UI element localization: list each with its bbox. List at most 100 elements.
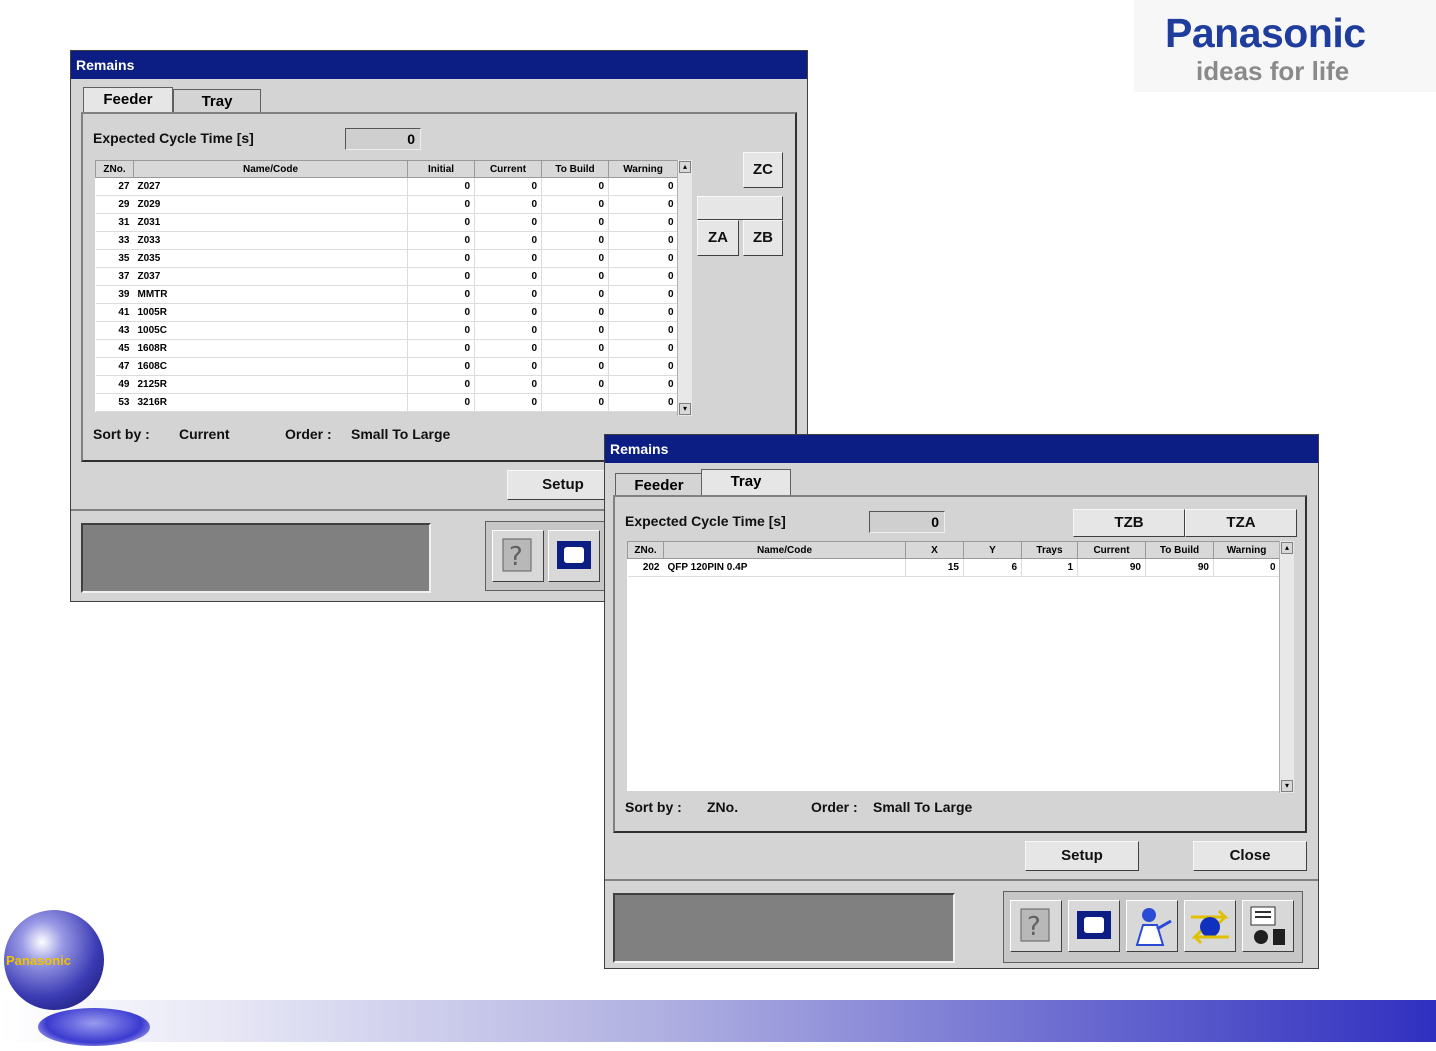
monitor-icon[interactable]	[1068, 900, 1120, 952]
table-cell: 0	[608, 231, 678, 250]
icon-toolbar: ?	[1003, 891, 1303, 963]
table-cell: 39	[95, 285, 134, 304]
setup-button[interactable]: Setup	[507, 470, 619, 500]
table-cell: 0	[407, 303, 475, 322]
table-row[interactable]: 202 QFP 120PIN 0.4P 15 6 1 90 90 0	[627, 558, 1280, 577]
order-value[interactable]: Small To Large	[873, 799, 972, 815]
tray-scrollbar[interactable]: ▴ ▾	[1279, 541, 1294, 793]
col-trays[interactable]: Trays	[1021, 541, 1078, 559]
table-cell: Z037	[133, 267, 408, 286]
table-cell: 0	[474, 195, 542, 214]
col-y[interactable]: Y	[963, 541, 1022, 559]
scroll-down-button[interactable]: ▾	[679, 403, 691, 415]
feeder-scrollbar[interactable]: ▴ ▾	[677, 160, 692, 416]
zone-zc-button[interactable]: ZC	[743, 152, 783, 188]
table-cell: 0	[608, 339, 678, 358]
table-header-row: ZNo. Name/Code Initial Current To Build …	[95, 160, 678, 178]
monitor-icon[interactable]	[548, 530, 600, 582]
table-cell: MMTR	[133, 285, 408, 304]
col-warning[interactable]: Warning	[1213, 541, 1280, 559]
table-cell: 0	[474, 267, 542, 286]
table-row[interactable]: 29 Z029 0 0 0 0	[95, 195, 678, 214]
col-to-build[interactable]: To Build	[541, 160, 609, 178]
col-zno[interactable]: ZNo.	[95, 160, 134, 178]
col-current[interactable]: Current	[1077, 541, 1146, 559]
col-warning[interactable]: Warning	[608, 160, 678, 178]
table-row[interactable]: 33 Z033 0 0 0 0	[95, 231, 678, 250]
tab-feeder[interactable]: Feeder	[615, 473, 703, 497]
tab-tray[interactable]: Tray	[701, 469, 791, 497]
cycle-time-field[interactable]: 0	[869, 511, 945, 533]
table-cell: 0	[407, 321, 475, 340]
col-zno[interactable]: ZNo.	[627, 541, 664, 559]
table-row[interactable]: 35 Z035 0 0 0 0	[95, 249, 678, 268]
tab-tzb[interactable]: TZB	[1073, 509, 1185, 537]
scroll-up-button[interactable]: ▴	[679, 161, 691, 173]
table-cell: 0	[407, 267, 475, 286]
table-cell: 0	[541, 231, 609, 250]
zone-za-button[interactable]: ZA	[697, 220, 739, 256]
zone-zb-button[interactable]: ZB	[743, 220, 783, 256]
window-title: Remains	[605, 435, 1318, 463]
table-cell: 0	[541, 303, 609, 322]
table-cell: 0	[541, 357, 609, 376]
table-row[interactable]: 39 MMTR 0 0 0 0	[95, 285, 678, 304]
table-cell: 27	[95, 177, 134, 196]
col-initial[interactable]: Initial	[407, 160, 475, 178]
table-cell: 0	[608, 321, 678, 340]
table-cell: 0	[474, 303, 542, 322]
close-button[interactable]: Close	[1193, 841, 1307, 871]
table-cell: 1005R	[133, 303, 408, 322]
table-cell: 0	[407, 393, 475, 412]
table-row[interactable]: 31 Z031 0 0 0 0	[95, 213, 678, 232]
table-cell: 37	[95, 267, 134, 286]
order-value[interactable]: Small To Large	[351, 426, 450, 442]
table-row[interactable]: 45 1608R 0 0 0 0	[95, 339, 678, 358]
operator-icon[interactable]	[1126, 900, 1178, 952]
table-row[interactable]: 37 Z037 0 0 0 0	[95, 267, 678, 286]
table-cell: 2125R	[133, 375, 408, 394]
transfer-icon[interactable]	[1184, 900, 1236, 952]
tab-tray[interactable]: Tray	[173, 89, 261, 113]
scroll-up-button[interactable]: ▴	[1281, 542, 1293, 554]
cycle-time-field[interactable]: 0	[345, 128, 421, 150]
feeder-table: ZNo. Name/Code Initial Current To Build …	[95, 160, 678, 412]
table-cell: 0	[541, 267, 609, 286]
table-row[interactable]: 49 2125R 0 0 0 0	[95, 375, 678, 394]
help-icon[interactable]: ?	[492, 530, 544, 582]
tab-tza[interactable]: TZA	[1185, 509, 1297, 537]
setup-button[interactable]: Setup	[1025, 841, 1139, 871]
table-cell: 90	[1145, 558, 1214, 577]
table-cell: 0	[608, 267, 678, 286]
table-cell: Z033	[133, 231, 408, 250]
globe-logo-text: Panasonic	[6, 953, 72, 968]
col-x[interactable]: X	[905, 541, 964, 559]
table-cell: 0	[474, 285, 542, 304]
table-cell: 0	[541, 285, 609, 304]
table-cell: 45	[95, 339, 134, 358]
tab-feeder[interactable]: Feeder	[83, 87, 173, 113]
sort-value[interactable]: Current	[179, 426, 230, 442]
zone-center-bar[interactable]	[697, 196, 783, 220]
col-to-build[interactable]: To Build	[1145, 541, 1214, 559]
cycle-time-label: Expected Cycle Time [s]	[93, 130, 254, 146]
table-row[interactable]: 43 1005C 0 0 0 0	[95, 321, 678, 340]
table-row[interactable]: 41 1005R 0 0 0 0	[95, 303, 678, 322]
sort-value[interactable]: ZNo.	[707, 799, 738, 815]
table-row[interactable]: 53 3216R 0 0 0 0	[95, 393, 678, 412]
table-row[interactable]: 27 Z027 0 0 0 0	[95, 177, 678, 196]
production-icon[interactable]	[1242, 900, 1294, 952]
table-row[interactable]: 47 1608C 0 0 0 0	[95, 357, 678, 376]
table-cell: 0	[541, 213, 609, 232]
table-cell: 0	[608, 177, 678, 196]
table-cell: 0	[1213, 558, 1280, 577]
col-current[interactable]: Current	[474, 160, 542, 178]
table-cell: 0	[407, 195, 475, 214]
col-name-code[interactable]: Name/Code	[133, 160, 408, 178]
table-cell: 0	[608, 213, 678, 232]
table-cell: 0	[407, 285, 475, 304]
col-name-code[interactable]: Name/Code	[663, 541, 906, 559]
scroll-down-button[interactable]: ▾	[1281, 780, 1293, 792]
help-icon[interactable]: ?	[1010, 900, 1062, 952]
table-cell: 0	[541, 195, 609, 214]
